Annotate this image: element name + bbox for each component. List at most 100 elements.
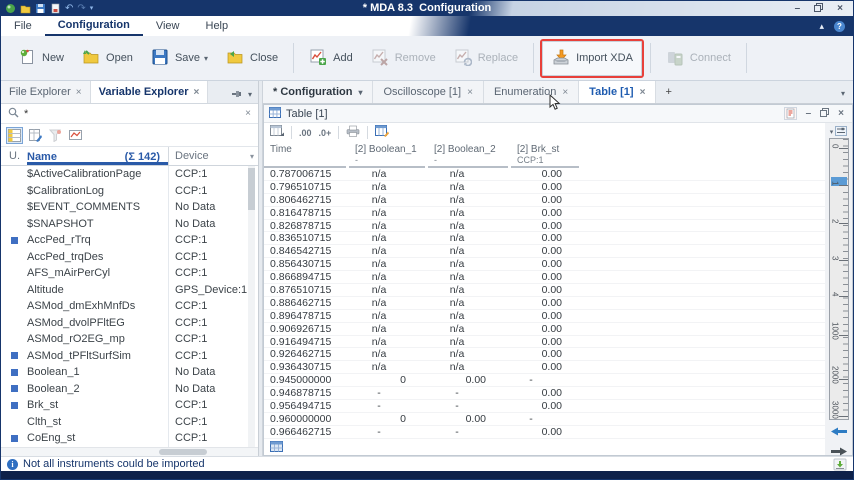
tab-configuration[interactable]: * Configuration ▾ bbox=[263, 81, 373, 103]
save-dropdown-caret-icon[interactable]: ▾ bbox=[204, 54, 208, 63]
sheet-tab-icon[interactable] bbox=[270, 439, 283, 457]
configuration-tab-caret-icon[interactable]: ▾ bbox=[358, 88, 362, 97]
search-input-value[interactable]: * bbox=[24, 108, 28, 120]
table-row[interactable]: 0.896478715 n/a n/a 0.00 bbox=[264, 310, 825, 323]
open-button[interactable]: Open bbox=[73, 41, 142, 76]
variable-row[interactable]: Boolean_1 No Data bbox=[1, 364, 258, 381]
customize-quick-access-caret-icon[interactable]: ▾ bbox=[90, 4, 94, 14]
redo-icon[interactable]: ↷ bbox=[77, 4, 85, 14]
variable-row[interactable]: AFS_mAirPerCyl CCP:1 bbox=[1, 265, 258, 282]
variable-row[interactable]: $CalibrationLog CCP:1 bbox=[1, 183, 258, 200]
variable-row[interactable]: AccPed_trqDes CCP:1 bbox=[1, 249, 258, 266]
table-row[interactable]: 0.806462715 n/a n/a 0.00 bbox=[264, 194, 825, 207]
table-row[interactable]: 0.946878715 - - 0.00 bbox=[264, 387, 825, 400]
tab-file-explorer[interactable]: File Explorer × bbox=[1, 81, 91, 103]
annotation-icon[interactable] bbox=[784, 107, 797, 120]
table-row[interactable]: 0.960000000 0 0.00 - bbox=[264, 413, 825, 426]
show-table-view-icon[interactable] bbox=[6, 127, 23, 144]
minimize-window-icon[interactable]: – bbox=[806, 109, 812, 119]
menu-help[interactable]: Help bbox=[193, 16, 242, 36]
import-xda-button[interactable]: Import XDA bbox=[540, 39, 644, 78]
table-row[interactable]: 0.816478715 n/a n/a 0.00 bbox=[264, 207, 825, 220]
variable-row[interactable]: ASMod_dvolPFltEG CCP:1 bbox=[1, 315, 258, 332]
column-header-device[interactable]: Device ▾ bbox=[168, 147, 258, 165]
variable-row[interactable]: $EVENT_COMMENTS No Data bbox=[1, 199, 258, 216]
tab-list-caret-icon[interactable]: ▾ bbox=[841, 89, 845, 98]
mini-chart-icon[interactable] bbox=[68, 129, 83, 141]
tab-oscilloscope[interactable]: Oscilloscope [1] × bbox=[373, 81, 484, 103]
table-row[interactable]: 0.966462715 - - 0.00 bbox=[264, 426, 825, 439]
scrollbar-thumb[interactable] bbox=[248, 168, 255, 210]
time-slider-ruler[interactable]: 0 1 2 3 4 1000 2000 3000 bbox=[829, 138, 849, 420]
variable-row[interactable]: Brk_st CCP:1 bbox=[1, 397, 258, 414]
variable-row[interactable]: Altitude GPS_Device:1 bbox=[1, 282, 258, 299]
column-header-time[interactable]: Time bbox=[264, 142, 346, 168]
edit-columns-icon[interactable] bbox=[28, 128, 43, 143]
table-row[interactable]: 0.886462715 n/a n/a 0.00 bbox=[264, 297, 825, 310]
pin-panel-icon[interactable] bbox=[232, 85, 242, 103]
close-tab-icon[interactable]: × bbox=[76, 87, 82, 98]
increase-decimals-button[interactable]: .0+ bbox=[319, 128, 332, 138]
close-tab-icon[interactable]: × bbox=[467, 87, 473, 98]
close-tab-icon[interactable]: × bbox=[193, 87, 199, 98]
help-icon[interactable]: ? bbox=[834, 21, 845, 32]
close-button[interactable]: × bbox=[837, 4, 843, 14]
save-button[interactable]: Save ▾ bbox=[142, 41, 217, 76]
save-quick-icon[interactable] bbox=[35, 3, 46, 14]
variable-row[interactable]: $SNAPSHOT No Data bbox=[1, 216, 258, 233]
edit-table-icon[interactable] bbox=[375, 125, 389, 140]
step-back-arrow-icon[interactable] bbox=[831, 423, 847, 441]
maximize-button[interactable] bbox=[814, 3, 823, 15]
table-row[interactable]: 0.945000000 0 0.00 - bbox=[264, 374, 825, 387]
table-row[interactable]: 0.876510715 n/a n/a 0.00 bbox=[264, 284, 825, 297]
menu-configuration[interactable]: Configuration bbox=[45, 16, 143, 36]
open-quick-icon[interactable] bbox=[20, 3, 31, 14]
column-header-brkst[interactable]: [2] Brk_st CCP:1 bbox=[511, 142, 579, 168]
tab-table[interactable]: Table [1] × bbox=[579, 81, 656, 103]
undo-icon[interactable]: ↶ bbox=[65, 4, 73, 14]
variable-row[interactable]: ASMod_tPFltSurfSim CCP:1 bbox=[1, 348, 258, 365]
scrollbar-thumb[interactable] bbox=[159, 449, 207, 455]
table-row[interactable]: 0.906926715 n/a n/a 0.00 bbox=[264, 323, 825, 336]
table-row[interactable]: 0.826878715 n/a n/a 0.00 bbox=[264, 220, 825, 233]
table-row[interactable]: 0.856430715 n/a n/a 0.00 bbox=[264, 258, 825, 271]
close-window-icon[interactable]: × bbox=[838, 109, 844, 119]
table-row[interactable]: 0.836510715 n/a n/a 0.00 bbox=[264, 232, 825, 245]
variable-row[interactable]: ASMod_rO2EG_mp CCP:1 bbox=[1, 331, 258, 348]
slider-options-caret-icon[interactable]: ▾ bbox=[830, 128, 834, 136]
close-tab-icon[interactable]: × bbox=[640, 87, 646, 98]
menu-file[interactable]: File bbox=[1, 16, 45, 36]
variable-row[interactable]: CoEng_st CCP:1 bbox=[1, 430, 258, 447]
close-config-button[interactable]: Close bbox=[217, 41, 287, 76]
print-icon[interactable] bbox=[346, 125, 360, 140]
restore-window-icon[interactable] bbox=[820, 108, 829, 120]
table-row[interactable]: 0.936430715 n/a n/a 0.00 bbox=[264, 361, 825, 374]
variable-list-horizontal-scrollbar[interactable] bbox=[1, 447, 258, 456]
new-layer-button[interactable]: + bbox=[656, 81, 680, 103]
column-header-boolean1[interactable]: [2] Boolean_1 - bbox=[349, 142, 425, 168]
clear-search-icon[interactable]: × bbox=[245, 108, 251, 119]
table-row[interactable]: 0.846542715 n/a n/a 0.00 bbox=[264, 245, 825, 258]
variable-row[interactable]: ASMod_dmExhMnfDs CCP:1 bbox=[1, 298, 258, 315]
export-quick-icon[interactable] bbox=[50, 3, 61, 14]
column-header-name[interactable]: Name (Σ 142) bbox=[27, 147, 168, 165]
minimize-button[interactable]: – bbox=[795, 4, 801, 14]
table-row[interactable]: 0.787006715 n/a n/a 0.00 bbox=[264, 168, 825, 181]
decrease-decimals-button[interactable]: .00 bbox=[299, 128, 312, 138]
tab-enumeration[interactable]: Enumeration × bbox=[484, 81, 579, 103]
table-row[interactable]: 0.866894715 n/a n/a 0.00 bbox=[264, 271, 825, 284]
collapse-ribbon-icon[interactable]: ▴ bbox=[819, 21, 824, 32]
table-settings-icon[interactable] bbox=[270, 125, 284, 140]
menu-view[interactable]: View bbox=[143, 16, 193, 36]
panel-menu-caret-icon[interactable]: ▾ bbox=[248, 90, 252, 99]
tab-variable-explorer[interactable]: Variable Explorer × bbox=[91, 81, 209, 103]
table-row[interactable]: 0.956494715 - - 0.00 bbox=[264, 400, 825, 413]
import-status-icon[interactable] bbox=[833, 458, 847, 471]
variable-row[interactable]: Boolean_2 No Data bbox=[1, 381, 258, 398]
variable-row[interactable]: AccPed_rTrq CCP:1 bbox=[1, 232, 258, 249]
column-header-boolean2[interactable]: [2] Boolean_2 - bbox=[428, 142, 508, 168]
column-header-updating[interactable]: U. bbox=[1, 150, 27, 162]
variable-search-bar[interactable]: * × bbox=[1, 104, 258, 124]
table-row[interactable]: 0.926462715 n/a n/a 0.00 bbox=[264, 348, 825, 361]
variable-row[interactable]: Clth_st CCP:1 bbox=[1, 414, 258, 431]
